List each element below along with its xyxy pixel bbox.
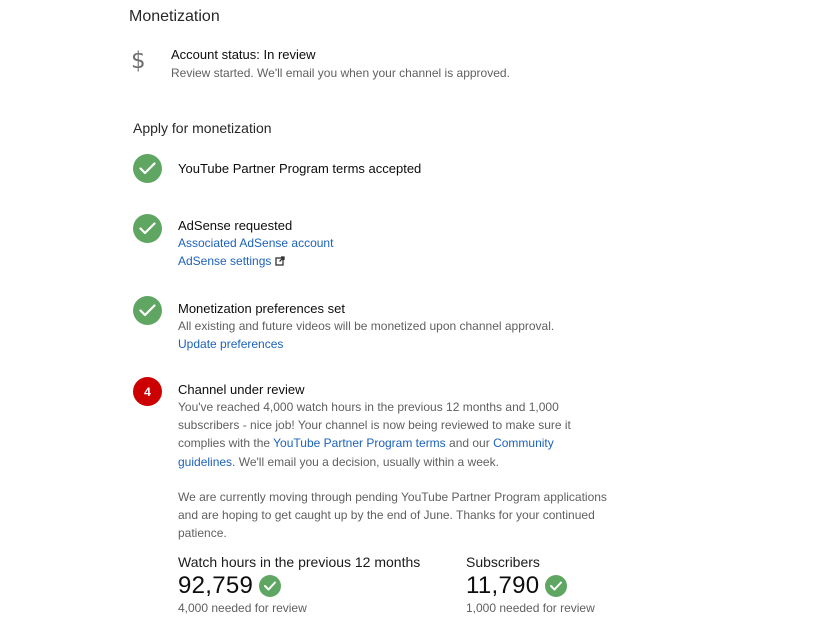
pending-paragraph: We are currently moving through pending … [178,489,607,541]
associated-adsense-account-link[interactable]: Associated AdSense account [178,234,618,252]
step-description: All existing and future videos will be m… [178,319,555,333]
check-icon [133,214,162,243]
metric-note: 4,000 needed for review [178,601,307,615]
metric-value: 92,759 [178,572,254,599]
account-status-title: Account status: In review [171,47,316,62]
review-text-c: . We'll email you a decision, usually wi… [232,454,499,469]
metric-value: 11,790 [466,572,540,599]
check-icon [133,296,162,325]
step-title: Channel under review [178,382,305,397]
step-title: Monetization preferences set [178,301,345,316]
metric-label: Subscribers [466,554,540,570]
adsense-settings-label: AdSense settings [178,254,272,268]
check-icon [133,154,162,183]
ypp-terms-link[interactable]: YouTube Partner Program terms [273,436,446,450]
adsense-settings-link[interactable]: AdSense settings [178,252,618,271]
page-title: Monetization [129,8,220,25]
metric-label: Watch hours in the previous 12 months [178,554,421,570]
external-link-icon [275,253,286,271]
account-status-description: Review started. We'll email you when you… [171,66,510,80]
metric-note: 1,000 needed for review [466,601,595,615]
step-number-badge: 4 [133,377,162,406]
review-text-b: and our [445,436,494,451]
check-icon [259,575,282,597]
check-icon [545,575,568,597]
apply-section-title: Apply for monetization [133,120,272,136]
subscribers-metric: Subscribers 11,790 1,000 needed for revi… [466,554,595,615]
watch-hours-metric: Watch hours in the previous 12 months 92… [178,554,420,615]
step-title: YouTube Partner Program terms accepted [178,161,422,176]
step-title: AdSense requested [178,218,293,233]
update-preferences-link[interactable]: Update preferences [178,335,618,353]
dollar-icon: $ [131,48,146,74]
review-paragraph: You've reached 4,000 watch hours in the … [178,398,608,471]
